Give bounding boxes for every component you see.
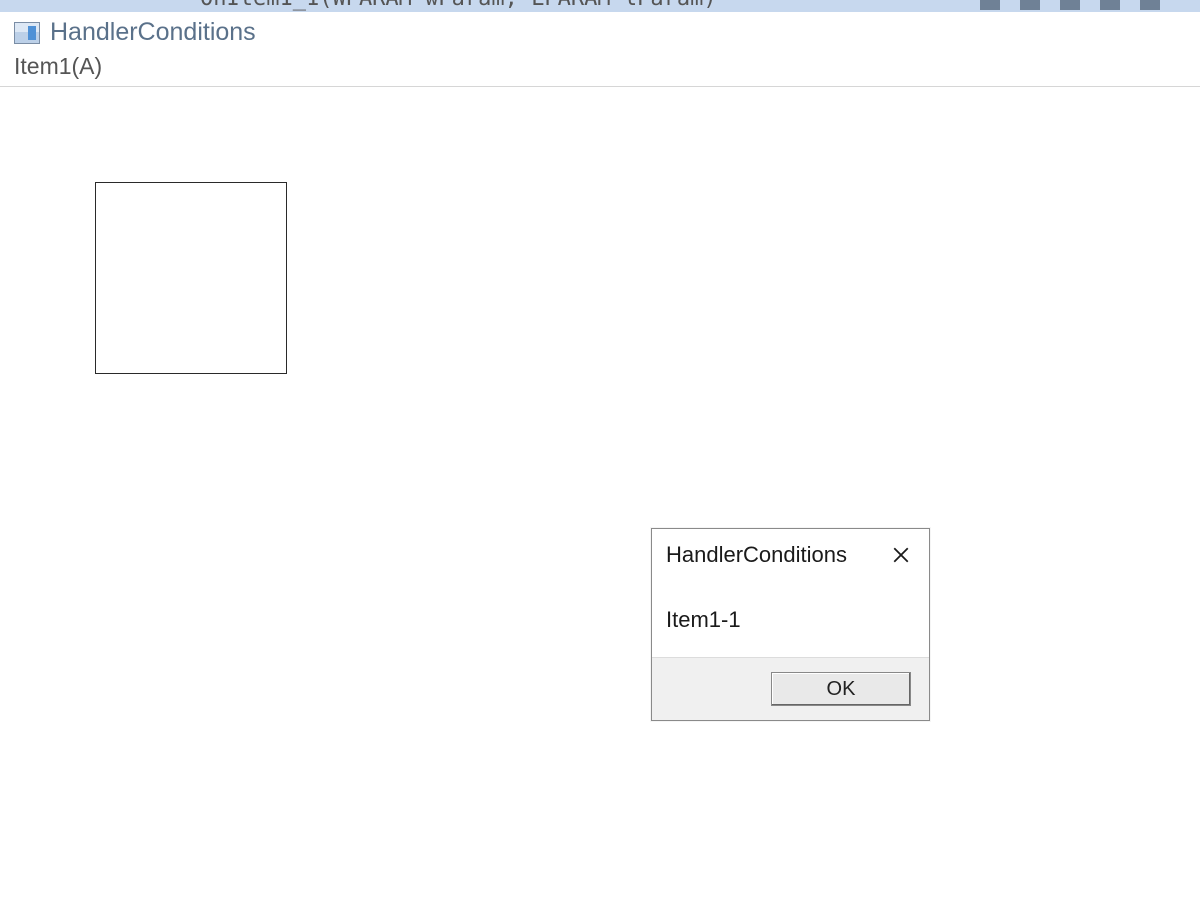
ide-toolbar-icons [980, 0, 1160, 10]
ok-button[interactable]: OK [771, 672, 911, 706]
app-icon [14, 22, 40, 44]
window-title: HandlerConditions [50, 18, 256, 47]
menu-item-item1[interactable]: Item1(A) [14, 53, 102, 79]
close-icon[interactable] [887, 541, 915, 569]
menu-bar: Item1(A) [0, 49, 1200, 86]
ide-top-strip: OnItem1_1(WPARAM wParam, LPARAM lParam) [0, 0, 1200, 12]
dialog-body: Item1-1 [652, 577, 929, 657]
ide-code-fragment: OnItem1_1(WPARAM wParam, LPARAM lParam) [200, 0, 717, 11]
dialog-title-bar[interactable]: HandlerConditions [652, 529, 929, 577]
dialog-message: Item1-1 [666, 607, 915, 633]
drawn-rectangle [95, 182, 287, 374]
dialog-footer: OK [652, 657, 929, 720]
dialog-title: HandlerConditions [666, 542, 847, 568]
title-bar[interactable]: HandlerConditions [0, 12, 1200, 49]
app-window: HandlerConditions Item1(A) [0, 12, 1200, 87]
message-dialog: HandlerConditions Item1-1 OK [651, 528, 930, 721]
menu-divider [0, 86, 1200, 87]
